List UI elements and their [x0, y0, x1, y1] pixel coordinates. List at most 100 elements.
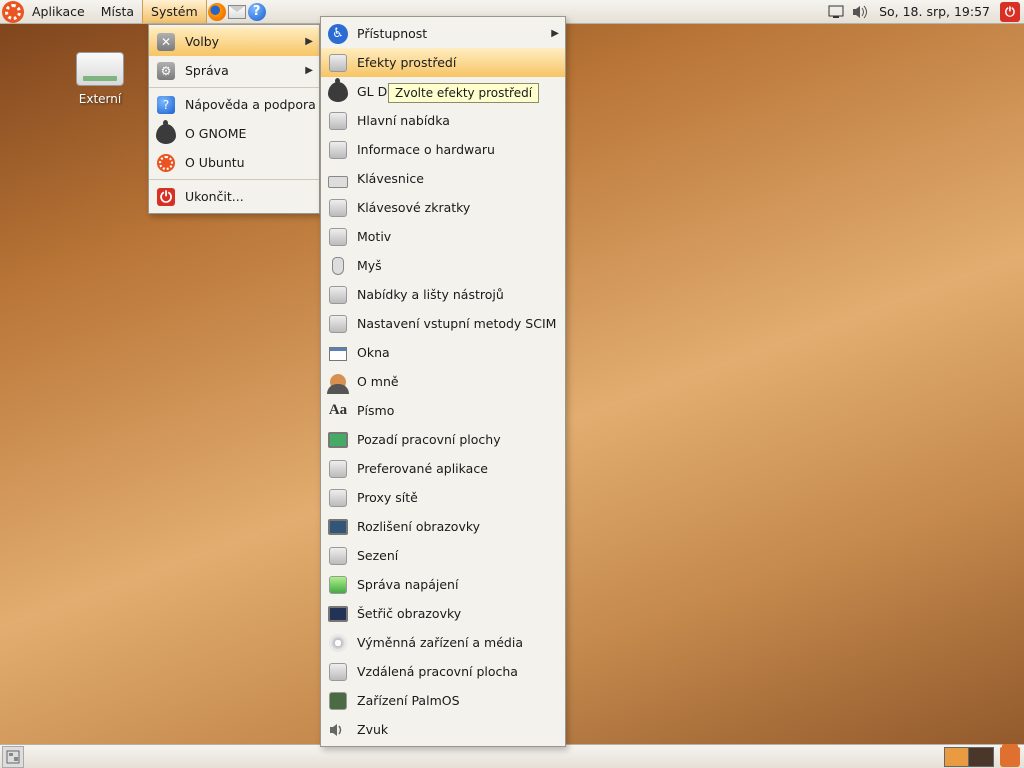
- menu-item-menus-toolbars[interactable]: Nabídky a lišty nástrojů: [321, 280, 565, 309]
- menu-item-accessibility[interactable]: ♿ Přístupnost ▶: [321, 19, 565, 48]
- remote-desktop-icon: [327, 661, 349, 683]
- ubuntu-icon: [155, 152, 177, 174]
- submenu-arrow-icon: ▶: [305, 65, 313, 76]
- resolution-icon: [327, 516, 349, 538]
- font-icon: Aa: [327, 400, 349, 422]
- mail-launcher-icon[interactable]: [227, 2, 247, 22]
- menu-item-about-ubuntu[interactable]: O Ubuntu: [149, 148, 319, 177]
- help-launcher-icon[interactable]: ?: [247, 2, 267, 22]
- volume-icon[interactable]: [851, 3, 869, 21]
- menu-item-palmos[interactable]: Zařízení PalmOS: [321, 686, 565, 715]
- menu-item-label: Nastavení vstupní metody SCIM: [357, 316, 556, 331]
- menu-item-label: Vzdálená pracovní plocha: [357, 664, 518, 679]
- menu-item-label: Správa napájení: [357, 577, 458, 592]
- menu-item-font[interactable]: Aa Písmo: [321, 396, 565, 425]
- menu-item-desktop-effects[interactable]: Efekty prostředí: [321, 48, 565, 77]
- palmos-icon: [327, 690, 349, 712]
- menu-item-network-proxy[interactable]: Proxy sítě: [321, 483, 565, 512]
- preferred-apps-icon: [327, 458, 349, 480]
- menu-item-about-me[interactable]: O mně: [321, 367, 565, 396]
- show-desktop-button[interactable]: [2, 746, 24, 768]
- menu-item-label: Efekty prostředí: [357, 55, 456, 70]
- menu-item-label: Pozadí pracovní plochy: [357, 432, 501, 447]
- menu-item-label: Zvuk: [357, 722, 388, 737]
- menu-item-removable-media[interactable]: Výměnná zařízení a média: [321, 628, 565, 657]
- preferences-icon: ✕: [155, 31, 177, 53]
- menu-item-label: Klávesnice: [357, 171, 424, 186]
- firefox-launcher-icon[interactable]: [207, 2, 227, 22]
- menu-item-label: O Ubuntu: [185, 155, 245, 170]
- windows-icon: [327, 342, 349, 364]
- menu-separator: [149, 87, 319, 88]
- menu-item-main-menu[interactable]: Hlavní nabídka: [321, 106, 565, 135]
- menu-item-screensaver[interactable]: Šetřič obrazovky: [321, 599, 565, 628]
- mouse-icon: [327, 255, 349, 277]
- scim-icon: [327, 313, 349, 335]
- menu-item-background[interactable]: Pozadí pracovní plochy: [321, 425, 565, 454]
- menu-applications[interactable]: Aplikace: [24, 0, 93, 23]
- menu-item-label: Výměnná zařízení a média: [357, 635, 523, 650]
- administration-icon: ⚙: [155, 60, 177, 82]
- menu-item-label: Myš: [357, 258, 382, 273]
- workspace-2[interactable]: [969, 748, 993, 766]
- battery-icon: [327, 574, 349, 596]
- menu-item-preferred-apps[interactable]: Preferované aplikace: [321, 454, 565, 483]
- screensaver-icon: [327, 603, 349, 625]
- menu-item-label: Sezení: [357, 548, 398, 563]
- menu-item-remote-desktop[interactable]: Vzdálená pracovní plocha: [321, 657, 565, 686]
- system-menu: ✕ Volby ▶ ⚙ Správa ▶ ? Nápověda a podpor…: [148, 24, 320, 214]
- menu-item-mouse[interactable]: Myš: [321, 251, 565, 280]
- menu-item-keyboard-shortcuts[interactable]: Klávesové zkratky: [321, 193, 565, 222]
- workspace-1[interactable]: [945, 748, 969, 766]
- help-icon: ?: [155, 94, 177, 116]
- menu-item-label: Šetřič obrazovky: [357, 606, 461, 621]
- menu-item-label: Ukončit...: [185, 189, 244, 204]
- menu-item-quit[interactable]: ⏻ Ukončit...: [149, 182, 319, 211]
- keyboard-icon: [327, 168, 349, 190]
- menu-item-about-gnome[interactable]: O GNOME: [149, 119, 319, 148]
- background-icon: [327, 429, 349, 451]
- shutdown-button-icon[interactable]: ⏻: [1000, 2, 1020, 22]
- menu-item-help[interactable]: ? Nápověda a podpora: [149, 90, 319, 119]
- bottom-panel: [0, 744, 1024, 768]
- shortcuts-icon: [327, 197, 349, 219]
- workspace-switcher[interactable]: [944, 747, 994, 767]
- menu-item-label: Preferované aplikace: [357, 461, 488, 476]
- menu-item-session[interactable]: Sezení: [321, 541, 565, 570]
- ubuntu-logo-icon[interactable]: [2, 1, 24, 23]
- trash-icon[interactable]: [1000, 747, 1020, 767]
- quit-icon: ⏻: [155, 186, 177, 208]
- toolbar-icon: [327, 284, 349, 306]
- menu-item-keyboard[interactable]: Klávesnice: [321, 164, 565, 193]
- menu-separator: [149, 179, 319, 180]
- menu-item-windows[interactable]: Okna: [321, 338, 565, 367]
- menu-places[interactable]: Místa: [93, 0, 142, 23]
- tooltip: Zvolte efekty prostředí: [388, 83, 539, 103]
- menu-item-hardware-info[interactable]: Informace o hardwaru: [321, 135, 565, 164]
- menu-item-theme[interactable]: Motiv: [321, 222, 565, 251]
- menu-item-label: Okna: [357, 345, 390, 360]
- network-icon[interactable]: [827, 3, 845, 21]
- theme-icon: [327, 226, 349, 248]
- menu-item-power-management[interactable]: Správa napájení: [321, 570, 565, 599]
- desktop-drive-icon[interactable]: Externí: [60, 52, 140, 106]
- menu-item-label: O GNOME: [185, 126, 246, 141]
- desktop-effects-icon: [327, 52, 349, 74]
- menu-item-label: Proxy sítě: [357, 490, 418, 505]
- menu-item-scim[interactable]: Nastavení vstupní metody SCIM: [321, 309, 565, 338]
- proxy-icon: [327, 487, 349, 509]
- menu-item-preferences[interactable]: ✕ Volby ▶: [149, 27, 319, 56]
- main-menu-icon: [327, 110, 349, 132]
- menu-item-label: Nápověda a podpora: [185, 97, 316, 112]
- preferences-submenu: ♿ Přístupnost ▶ Efekty prostředí GL Desk…: [320, 16, 566, 747]
- session-icon: [327, 545, 349, 567]
- accessibility-icon: ♿: [327, 23, 349, 45]
- menu-item-screen-resolution[interactable]: Rozlišení obrazovky: [321, 512, 565, 541]
- menu-item-label: Hlavní nabídka: [357, 113, 450, 128]
- menu-item-label: Motiv: [357, 229, 391, 244]
- menu-system[interactable]: Systém: [142, 0, 207, 23]
- gnome-foot-icon: [155, 123, 177, 145]
- menu-item-sound[interactable]: Zvuk: [321, 715, 565, 744]
- menu-item-administration[interactable]: ⚙ Správa ▶: [149, 56, 319, 85]
- clock[interactable]: So, 18. srp, 19:57: [875, 4, 994, 19]
